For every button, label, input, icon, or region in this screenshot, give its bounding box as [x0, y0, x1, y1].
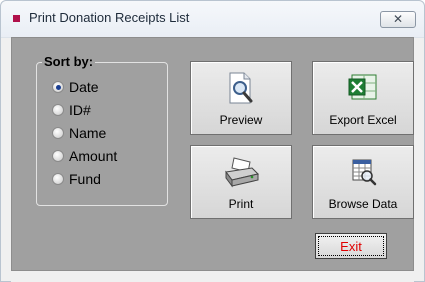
- export-excel-button[interactable]: Export Excel: [312, 61, 414, 135]
- sort-option-label: Fund: [69, 171, 101, 187]
- app-icon: [13, 15, 20, 22]
- browse-data-button[interactable]: Browse Data: [312, 145, 414, 219]
- close-icon: ✕: [392, 12, 404, 26]
- print-label: Print: [228, 197, 254, 211]
- export-excel-label: Export Excel: [329, 113, 397, 127]
- radio-name[interactable]: [52, 127, 64, 139]
- print-receipts-window: Print Donation Receipts List ✕ Sort by: …: [0, 0, 425, 282]
- browse-data-icon: [352, 159, 377, 186]
- window-title: Print Donation Receipts List: [29, 10, 190, 25]
- radio-fund[interactable]: [52, 173, 64, 185]
- print-button[interactable]: Print: [190, 145, 292, 219]
- preview-icon: [229, 72, 253, 104]
- sort-option-label: ID#: [69, 102, 91, 118]
- sort-option-label: Amount: [69, 148, 118, 164]
- title-bar[interactable]: Print Donation Receipts List ✕: [1, 1, 424, 38]
- sort-option-id[interactable]: ID#: [52, 101, 91, 119]
- close-button[interactable]: ✕: [380, 11, 416, 28]
- sort-option-fund[interactable]: Fund: [52, 170, 101, 188]
- browse-data-label: Browse Data: [328, 197, 398, 211]
- preview-button[interactable]: Preview: [190, 61, 292, 135]
- sort-option-date[interactable]: Date: [52, 78, 99, 96]
- radio-amount[interactable]: [52, 150, 64, 162]
- printer-icon: [225, 157, 259, 188]
- sort-option-label: Date: [69, 79, 99, 95]
- exit-label: Exit: [340, 239, 362, 254]
- excel-icon: [348, 74, 377, 100]
- sort-option-label: Name: [69, 125, 107, 141]
- sort-option-amount[interactable]: Amount: [52, 147, 117, 165]
- radio-id[interactable]: [52, 104, 64, 116]
- bottom-strip: [11, 271, 414, 282]
- dialog-body: Sort by: Date ID# Name Amount Fund Previ…: [11, 37, 414, 271]
- sort-by-label: Sort by:: [42, 54, 96, 69]
- sort-by-group: Sort by: Date ID# Name Amount Fund: [36, 54, 168, 206]
- radio-date[interactable]: [52, 81, 64, 93]
- preview-label: Preview: [219, 113, 263, 127]
- sort-option-name[interactable]: Name: [52, 124, 106, 142]
- exit-button[interactable]: Exit: [315, 233, 387, 259]
